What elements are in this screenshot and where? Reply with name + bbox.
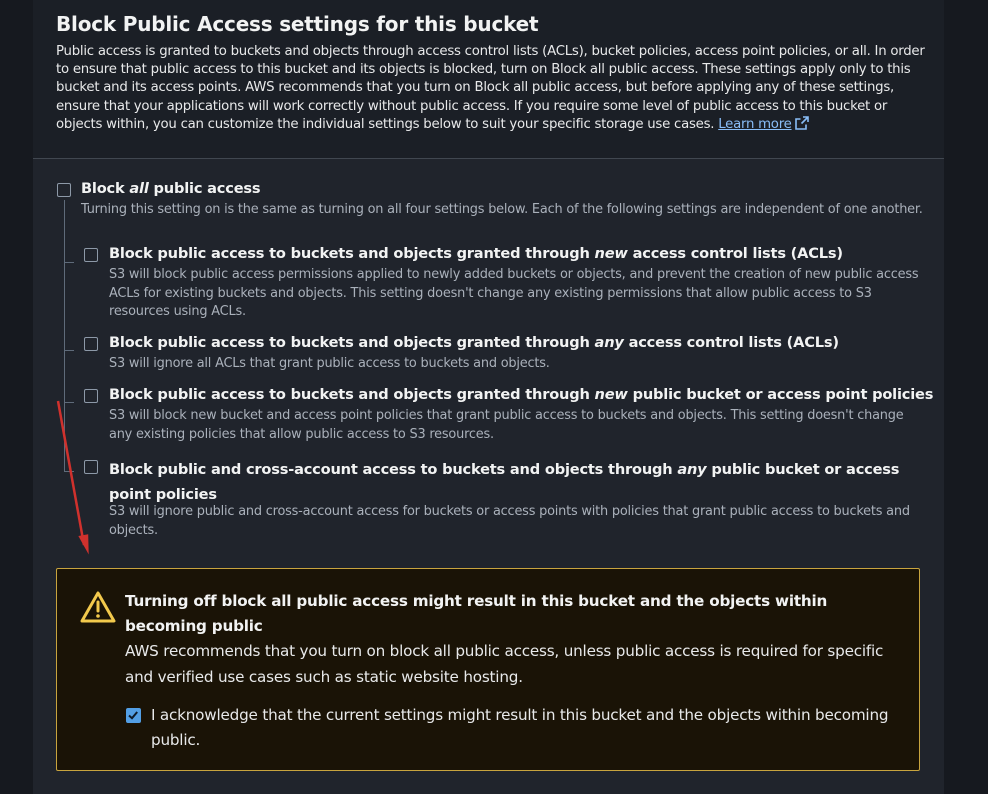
external-link-icon: [794, 116, 809, 130]
block-new-acl-label[interactable]: Block public access to buckets and objec…: [109, 245, 843, 262]
option-label-pre: Block public access to buckets and objec…: [109, 334, 595, 351]
acknowledge-label[interactable]: I acknowledge that the current settings …: [151, 703, 891, 753]
option-label-post: access control lists (ACLs): [623, 334, 839, 351]
warning-title: Turning off block all public access migh…: [125, 592, 828, 635]
block-new-policy-description: S3 will block new bucket and access poin…: [109, 408, 904, 442]
block-all-label-em: all: [129, 180, 149, 197]
annotation-arrow-icon: [56, 400, 89, 555]
option-label-em: any: [677, 461, 707, 478]
option-label-em: any: [594, 334, 624, 351]
block-any-policy-description: S3 will ignore public and cross-account …: [109, 504, 910, 538]
option-label-em: new: [594, 386, 628, 403]
block-any-acl-description: S3 will ignore all ACLs that grant publi…: [109, 356, 550, 371]
option-label-em: new: [594, 245, 628, 262]
option-label-post: public bucket or access point policies: [627, 386, 934, 403]
block-any-acl-label[interactable]: Block public access to buckets and objec…: [109, 334, 839, 351]
acknowledge-checkbox[interactable]: [126, 708, 141, 723]
option-label-post: access control lists (ACLs): [627, 245, 843, 262]
option-label-pre: Block public access to buckets and objec…: [109, 245, 595, 262]
block-new-policy-label[interactable]: Block public access to buckets and objec…: [109, 386, 933, 403]
block-all-label[interactable]: Block all public access: [81, 180, 261, 197]
checkmark-icon: [128, 711, 138, 720]
block-all-checkbox[interactable]: [57, 183, 71, 197]
tree-branch: [64, 262, 74, 263]
block-new-acl-description: S3 will block public access permissions …: [109, 267, 919, 320]
option-label-pre: Block public and cross-account access to…: [109, 461, 678, 478]
block-all-label-pre: Block: [81, 180, 130, 197]
tree-branch: [64, 350, 74, 351]
learn-more-link[interactable]: Learn more: [718, 116, 809, 132]
option-label-pre: Block public access to buckets and objec…: [109, 386, 595, 403]
warning-triangle-icon: [80, 591, 116, 623]
block-new-acl-checkbox[interactable]: [84, 248, 98, 262]
learn-more-label[interactable]: Learn more: [718, 117, 792, 132]
block-all-description: Turning this setting on is the same as t…: [81, 202, 923, 217]
page-title: Block Public Access settings for this bu…: [56, 12, 539, 36]
header-description: Public access is granted to buckets and …: [56, 43, 926, 134]
block-all-label-post: public access: [148, 180, 261, 197]
warning-body: AWS recommends that you turn on block al…: [125, 642, 884, 686]
block-any-acl-checkbox[interactable]: [84, 337, 98, 351]
block-any-policy-label[interactable]: Block public and cross-account access to…: [109, 457, 909, 507]
